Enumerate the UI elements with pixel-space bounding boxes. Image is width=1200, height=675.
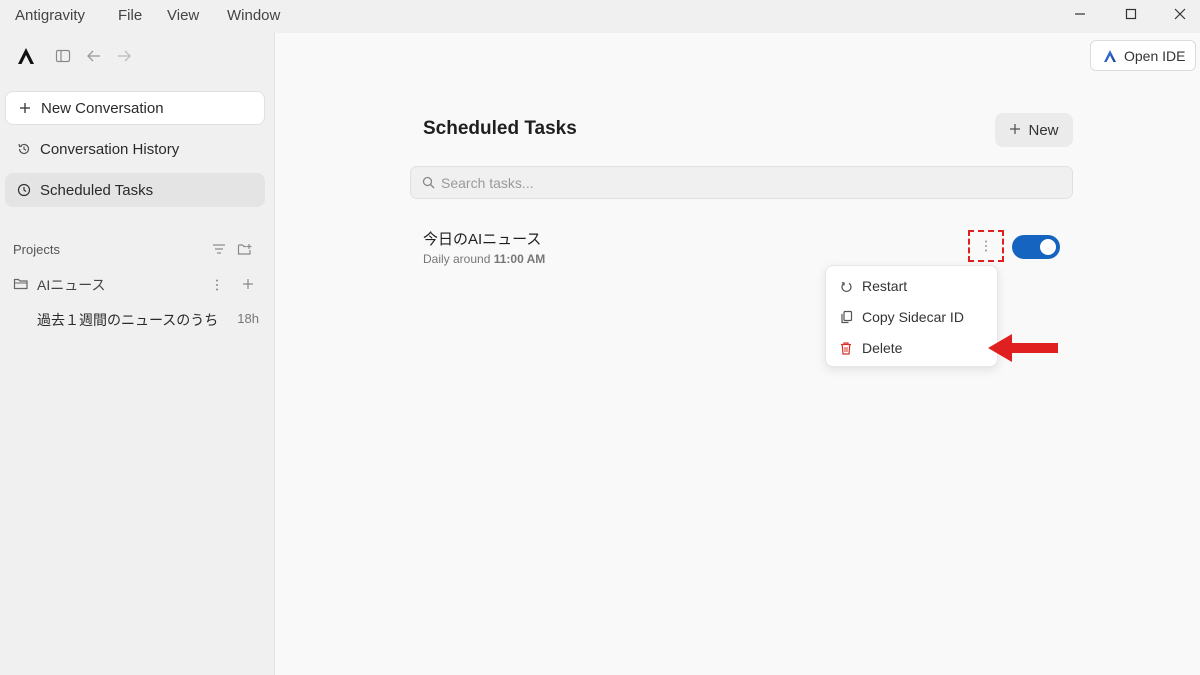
search-icon xyxy=(422,176,435,189)
back-arrow-icon[interactable] xyxy=(86,48,102,64)
search-placeholder: Search tasks... xyxy=(441,174,534,191)
projects-header: Projects xyxy=(13,242,258,257)
filter-icon[interactable] xyxy=(212,243,226,255)
menu-window[interactable]: Window xyxy=(227,7,280,24)
folder-icon xyxy=(13,278,28,290)
task-schedule-prefix: Daily around xyxy=(423,252,494,266)
sidebar: New Conversation Conversation History Sc… xyxy=(0,33,275,675)
projects-label: Projects xyxy=(13,242,60,257)
conversation-age: 18h xyxy=(237,311,259,326)
plus-icon xyxy=(1009,120,1021,140)
project-name: AIニュース xyxy=(37,277,106,293)
new-task-label: New xyxy=(1028,121,1059,139)
new-folder-icon[interactable] xyxy=(237,242,253,256)
title-bar: Antigravity File View Window xyxy=(0,0,1200,33)
more-vertical-icon xyxy=(985,240,987,252)
conversation-history-label: Conversation History xyxy=(40,140,180,158)
conversation-item[interactable]: 過去１週間のニュースのうち 18h xyxy=(37,310,259,332)
restart-icon xyxy=(839,280,853,293)
more-vertical-icon[interactable] xyxy=(214,278,220,292)
minimize-icon xyxy=(1075,13,1085,15)
menu-item-delete-label: Delete xyxy=(862,340,903,356)
task-schedule: Daily around 11:00 AM xyxy=(423,252,545,266)
menu-item-restart[interactable]: Restart xyxy=(826,272,999,300)
antigravity-logo xyxy=(18,48,34,64)
close-icon xyxy=(1174,8,1186,20)
sidebar-toggle-icon[interactable] xyxy=(55,48,71,64)
task-context-menu: Restart Copy Sidecar ID Delete xyxy=(825,265,998,367)
add-icon[interactable] xyxy=(242,278,254,290)
sidebar-item-scheduled-tasks[interactable]: Scheduled Tasks xyxy=(5,173,265,207)
annotation-arrow-icon xyxy=(988,334,1058,362)
toggle-knob xyxy=(1040,239,1056,255)
menu-item-restart-label: Restart xyxy=(862,278,908,294)
copy-icon xyxy=(839,310,853,324)
history-icon xyxy=(16,141,32,157)
trash-icon xyxy=(839,341,853,355)
menu-item-delete[interactable]: Delete xyxy=(826,334,999,362)
scheduled-tasks-label: Scheduled Tasks xyxy=(40,181,154,199)
menu-antigravity[interactable]: Antigravity xyxy=(15,7,85,24)
new-task-button[interactable]: New xyxy=(995,113,1073,147)
plus-icon xyxy=(17,100,33,116)
maximize-icon xyxy=(1125,8,1137,20)
antigravity-ide-icon xyxy=(1102,48,1118,64)
forward-arrow-icon[interactable] xyxy=(116,48,132,64)
menu-file[interactable]: File xyxy=(118,7,142,24)
task-more-button[interactable] xyxy=(968,230,1004,262)
minimize-button[interactable] xyxy=(1057,3,1103,25)
menu-view[interactable]: View xyxy=(167,7,199,24)
open-ide-label: Open IDE xyxy=(1124,47,1186,64)
task-schedule-time: 11:00 AM xyxy=(493,252,546,266)
open-ide-button[interactable]: Open IDE xyxy=(1090,40,1196,71)
menu-item-copy-sidecar-id-label: Copy Sidecar ID xyxy=(862,309,964,325)
search-input[interactable]: Search tasks... xyxy=(410,166,1073,199)
conversation-title: 過去１週間のニュースのうち xyxy=(37,312,219,328)
sidebar-item-conversation-history[interactable]: Conversation History xyxy=(5,132,265,166)
project-item-ai-news[interactable]: AIニュース xyxy=(13,275,258,295)
new-conversation-label: New Conversation xyxy=(41,99,164,117)
page-title: Scheduled Tasks xyxy=(423,118,577,139)
new-conversation-button[interactable]: New Conversation xyxy=(5,91,265,125)
task-enabled-toggle[interactable] xyxy=(1012,235,1060,259)
clock-icon xyxy=(16,182,32,198)
close-button[interactable] xyxy=(1157,3,1200,25)
task-name[interactable]: 今日のAIニュース xyxy=(423,228,541,249)
menu-item-copy-sidecar-id[interactable]: Copy Sidecar ID xyxy=(826,303,999,331)
maximize-button[interactable] xyxy=(1108,3,1154,25)
